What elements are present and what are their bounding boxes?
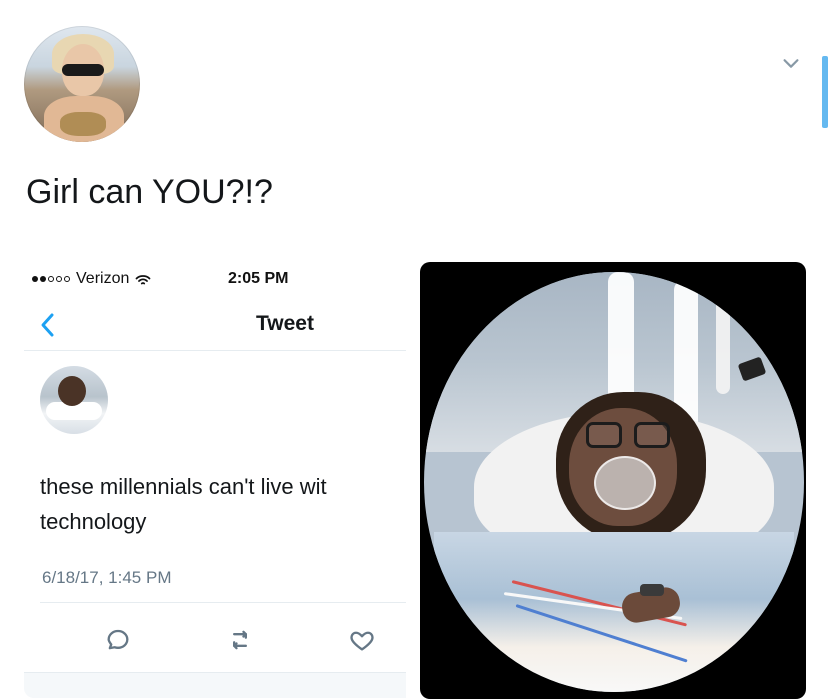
embedded-tweet-screenshot: Verizon 2:05 PM Tweet these millennials … <box>24 262 406 698</box>
attached-photo[interactable] <box>420 262 806 699</box>
pulse-sensor <box>640 584 664 596</box>
back-icon[interactable] <box>38 312 58 338</box>
post-caption: Girl can YOU?!? <box>26 173 273 211</box>
wifi-icon <box>135 273 151 285</box>
status-left: Verizon <box>32 270 151 288</box>
status-time: 2:05 PM <box>228 270 289 287</box>
photo-circle <box>424 272 804 692</box>
follow-indicator <box>822 56 828 128</box>
carrier-name: Verizon <box>76 270 130 287</box>
tweet-actions <box>24 616 406 664</box>
bottom-band <box>24 672 406 698</box>
tweet-text-line-2: technology <box>40 508 147 534</box>
tweet-page: Girl can YOU?!? Verizon 2:05 PM Tweet th… <box>0 0 828 699</box>
action-divider <box>40 602 406 603</box>
tweet-body: these millennials can't live wit technol… <box>40 470 406 540</box>
avatar-person <box>58 376 86 406</box>
tweet-timestamp: 6/18/17, 1:45 PM <box>42 568 172 587</box>
eyeglasses-left <box>586 422 622 448</box>
sunglasses <box>62 64 104 76</box>
reply-icon[interactable] <box>104 626 132 654</box>
oxygen-mask <box>594 456 656 510</box>
chevron-down-icon[interactable] <box>780 52 802 74</box>
heart-icon[interactable] <box>348 626 376 654</box>
hospital-tube-3 <box>716 298 730 394</box>
signal-strength-icon <box>32 276 70 282</box>
profile-avatar[interactable] <box>24 26 140 142</box>
hospital-blanket <box>434 532 794 692</box>
tweet-author-avatar[interactable] <box>40 366 108 434</box>
tweet-text-line-1: these millennials can't live wit <box>40 474 327 499</box>
avatar-clothing <box>60 112 106 136</box>
tweet-title: Tweet <box>256 312 314 335</box>
eyeglasses-right <box>634 422 670 448</box>
status-bar: Verizon 2:05 PM <box>24 262 406 296</box>
retweet-icon[interactable] <box>226 626 254 654</box>
tweet-nav-bar: Tweet <box>24 302 406 351</box>
